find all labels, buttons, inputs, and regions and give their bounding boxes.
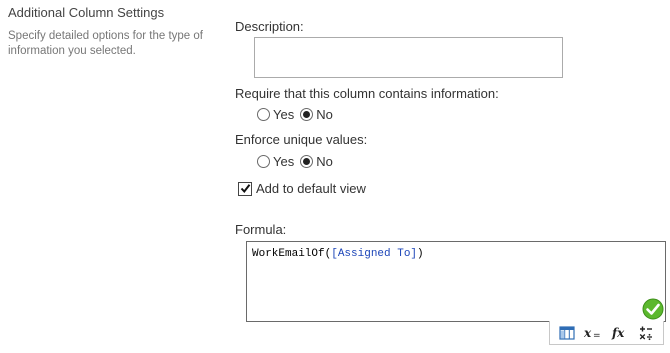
formula-input[interactable]: WorkEmailOf([Assigned To]) — [246, 241, 666, 322]
operators-icon — [639, 326, 652, 340]
require-yes-radio[interactable] — [257, 108, 270, 121]
formula-close: ) — [417, 248, 424, 260]
require-radio-group: Yes No — [257, 107, 339, 122]
require-label: Require that this column contains inform… — [235, 86, 499, 101]
svg-text:x: x — [583, 326, 592, 340]
svg-text:=: = — [593, 331, 601, 340]
variable-icon: x = — [583, 326, 601, 340]
unique-radio-group: Yes No — [257, 154, 339, 169]
unique-no-radio[interactable] — [300, 155, 314, 168]
formula-text: WorkEmailOf([Assigned To]) — [252, 248, 424, 260]
column-picker-icon — [559, 325, 575, 340]
require-no-label: No — [316, 107, 333, 122]
unique-label: Enforce unique values: — [235, 132, 368, 147]
default-view-checkbox[interactable] — [238, 181, 252, 196]
unique-yes-radio[interactable] — [257, 155, 270, 168]
require-no-radio[interactable] — [300, 108, 314, 121]
column-picker-button[interactable] — [556, 323, 578, 343]
unique-no-label: No — [316, 154, 333, 169]
function-button[interactable]: fx — [609, 323, 631, 343]
section-title: Additional Column Settings — [8, 5, 165, 20]
checkmark-icon — [240, 184, 250, 194]
unique-yes-label: Yes — [273, 154, 295, 169]
description-label: Description: — [235, 19, 304, 34]
section-description: Specify detailed options for the type of… — [8, 30, 203, 57]
default-view-label: Add to default view — [256, 181, 366, 196]
formula-label: Formula: — [235, 222, 287, 237]
check-ok-icon — [642, 298, 664, 320]
formula-column-ref: [Assigned To] — [331, 248, 418, 260]
operators-button[interactable] — [635, 323, 657, 343]
svg-text:fx: fx — [611, 326, 625, 340]
formula-function: WorkEmailOf( — [252, 248, 332, 260]
variable-button[interactable]: x = — [582, 323, 604, 343]
require-yes-label: Yes — [273, 107, 295, 122]
description-input[interactable] — [254, 37, 563, 78]
function-icon: fx — [611, 326, 625, 340]
default-view-row: Add to default view — [238, 181, 372, 196]
formula-toolbar: x = fx — [549, 321, 664, 345]
